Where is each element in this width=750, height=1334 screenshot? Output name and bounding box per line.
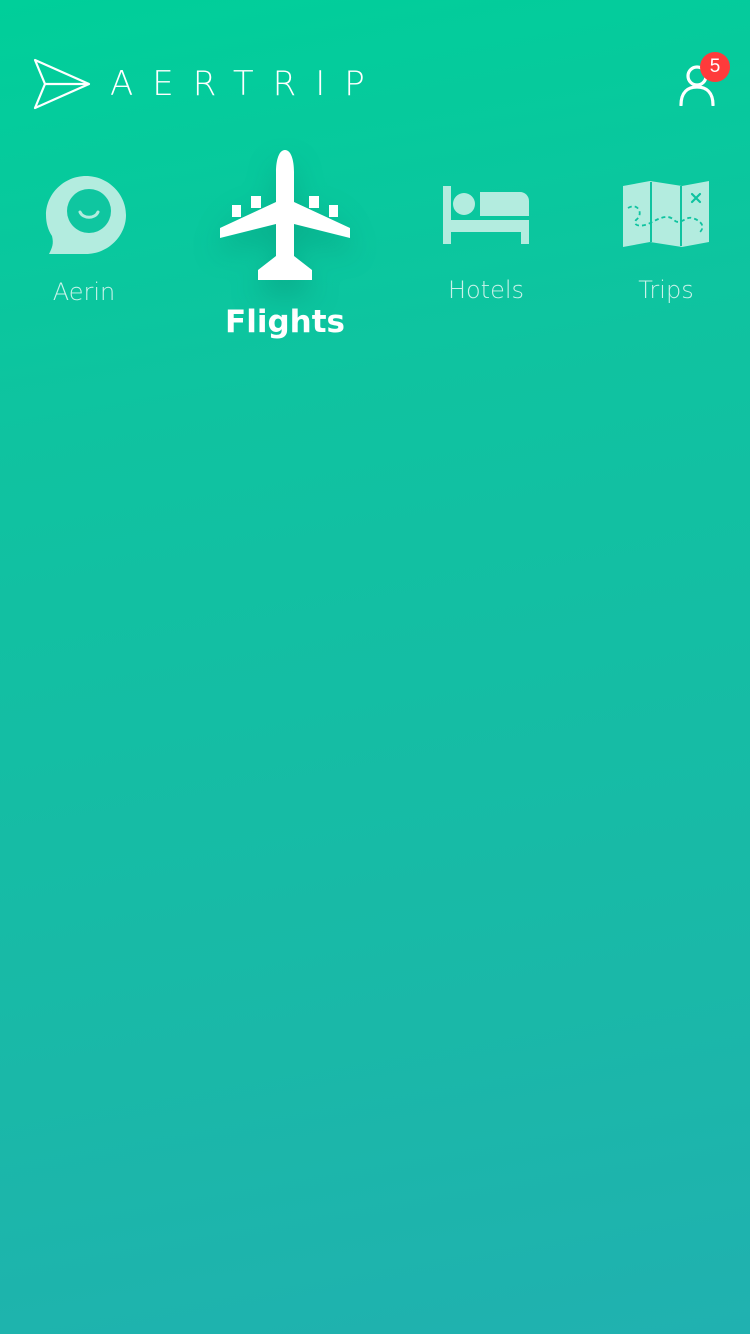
nav-label-flights: Flights	[225, 304, 345, 340]
airplane-icon	[220, 150, 350, 280]
nav-item-flights[interactable]: Flights	[205, 146, 365, 340]
map-icon	[623, 181, 709, 247]
bed-icon	[443, 186, 529, 244]
profile-button[interactable]: 5	[672, 52, 732, 112]
brand: AERTRIP	[33, 58, 384, 110]
notification-badge: 5	[700, 52, 730, 82]
nav-item-aerin[interactable]: Aerin	[34, 174, 134, 306]
nav-label-trips: Trips	[638, 276, 694, 304]
nav-item-trips[interactable]: Trips	[612, 180, 720, 304]
brand-name: AERTRIP	[110, 64, 384, 104]
home-screen: AERTRIP 5 Aerin Flights Hotels Trips	[0, 0, 750, 1334]
chat-bubble-smile-icon	[46, 176, 126, 254]
nav-label-hotels: Hotels	[447, 276, 525, 304]
nav-label-aerin: Aerin	[52, 278, 116, 306]
paper-plane-icon	[33, 58, 91, 110]
nav-item-hotels[interactable]: Hotels	[431, 180, 541, 304]
